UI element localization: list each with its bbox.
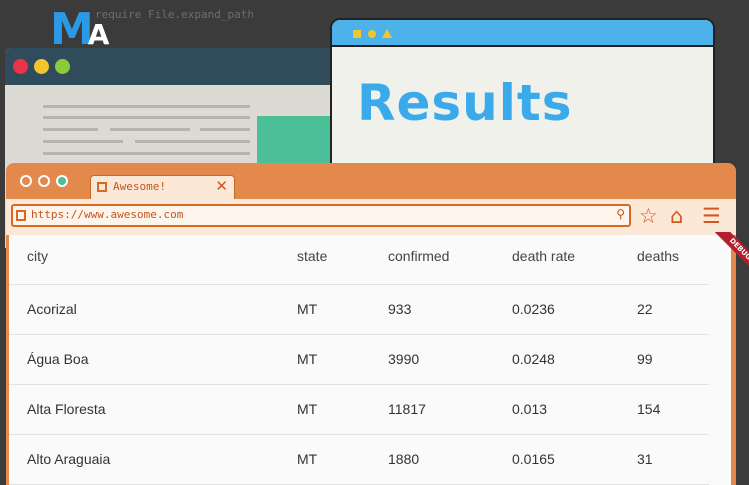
address-bar[interactable]: https://www.awesome.com ⚲ <box>11 204 631 227</box>
cell-death-rate: 0.0165 <box>512 451 555 467</box>
column-header-city[interactable]: city <box>27 248 48 264</box>
cell-confirmed: 1880 <box>388 451 420 467</box>
cell-state: MT <box>297 301 318 317</box>
close-dot-icon[interactable] <box>20 175 32 187</box>
table-row[interactable]: Acorizal MT 933 0.0236 22 <box>9 285 709 335</box>
page-icon <box>16 210 26 221</box>
column-header-state[interactable]: state <box>297 248 327 264</box>
browser-tab[interactable]: Awesome! ✕ <box>90 175 235 199</box>
placeholder-line <box>43 128 98 131</box>
cell-confirmed: 933 <box>388 301 412 317</box>
placeholder-line <box>43 116 250 119</box>
close-dot-icon <box>13 59 28 74</box>
minimize-dot-icon[interactable] <box>38 175 50 187</box>
placeholder-line <box>43 105 250 108</box>
table-row[interactable]: Alto Araguaia MT 1880 0.0165 31 <box>9 435 709 485</box>
cell-city: Acorizal <box>27 301 77 317</box>
cell-deaths: 154 <box>637 401 661 417</box>
placeholder-line <box>110 128 190 131</box>
cell-confirmed: 11817 <box>388 401 426 417</box>
data-table: city state confirmed death rate deaths A… <box>9 235 731 485</box>
placeholder-line <box>43 152 250 155</box>
results-window-titlebar <box>332 20 713 47</box>
star-icon[interactable]: ☆ <box>639 204 658 228</box>
maximize-dot-icon <box>55 59 70 74</box>
tab-label: Awesome! <box>113 180 166 193</box>
table-row[interactable]: Alta Floresta MT 11817 0.013 154 <box>9 385 709 435</box>
url-text[interactable]: https://www.awesome.com <box>31 208 183 221</box>
cell-state: MT <box>297 401 318 417</box>
search-icon[interactable]: ⚲ <box>616 207 625 221</box>
debug-banner-label: DEBUG <box>707 232 749 282</box>
square-icon <box>353 30 361 38</box>
logo-sub-letter: A <box>87 18 110 51</box>
page-icon <box>97 182 107 192</box>
minimize-dot-icon <box>34 59 49 74</box>
cell-confirmed: 3990 <box>388 351 420 367</box>
menu-icon[interactable]: ☰ <box>702 204 721 228</box>
cell-deaths: 31 <box>637 451 653 467</box>
triangle-icon <box>382 29 392 38</box>
cell-death-rate: 0.013 <box>512 401 548 417</box>
results-title: Results <box>357 74 573 132</box>
column-header-death-rate[interactable]: death rate <box>512 248 575 264</box>
home-icon[interactable]: ⌂ <box>670 204 683 228</box>
close-icon[interactable]: ✕ <box>215 177 228 195</box>
background-code: require File.expand_path <box>95 8 254 21</box>
address-bar-row: https://www.awesome.com ⚲ ☆ ⌂ ☰ <box>6 199 736 235</box>
cell-city: Alta Floresta <box>27 401 106 417</box>
cell-deaths: 99 <box>637 351 653 367</box>
column-header-confirmed[interactable]: confirmed <box>388 248 449 264</box>
cell-city: Água Boa <box>27 351 89 367</box>
cell-death-rate: 0.0248 <box>512 351 555 367</box>
column-header-deaths[interactable]: deaths <box>637 248 679 264</box>
cell-deaths: 22 <box>637 301 653 317</box>
placeholder-line <box>135 140 250 143</box>
circle-icon <box>368 30 376 38</box>
table-row[interactable]: Água Boa MT 3990 0.0248 99 <box>9 335 709 385</box>
cell-city: Alto Araguaia <box>27 451 111 467</box>
placeholder-line <box>43 140 123 143</box>
cell-state: MT <box>297 451 318 467</box>
placeholder-line <box>200 128 250 131</box>
cell-death-rate: 0.0236 <box>512 301 555 317</box>
cell-state: MT <box>297 351 318 367</box>
debug-banner: DEBUG <box>690 232 749 292</box>
maximize-dot-icon[interactable] <box>56 175 68 187</box>
table-header-row: city state confirmed death rate deaths <box>9 235 709 285</box>
background-window-titlebar <box>5 48 335 85</box>
